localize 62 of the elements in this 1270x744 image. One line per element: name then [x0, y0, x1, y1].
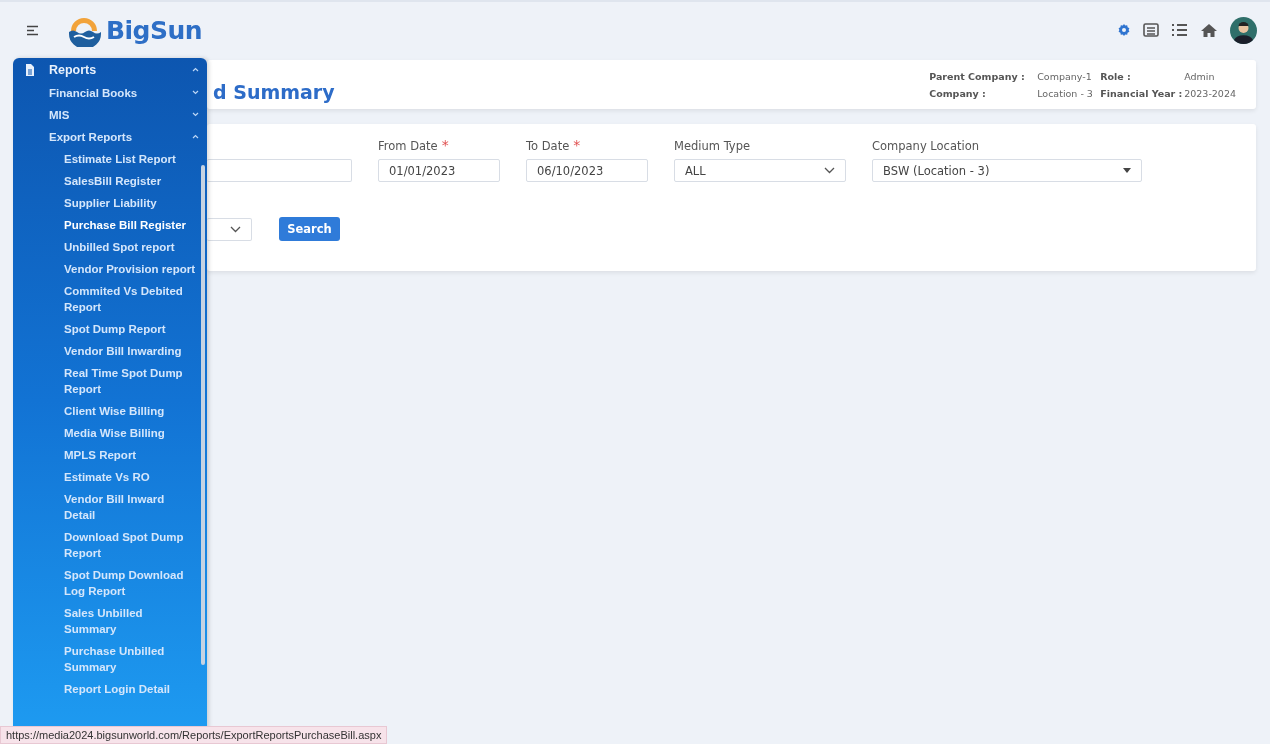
field-label: From Date	[378, 139, 438, 153]
menu-item[interactable]: Media Wise Billing	[13, 422, 207, 444]
menu-icon[interactable]	[26, 24, 39, 36]
menu-item[interactable]: Commited Vs Debited Report	[13, 280, 207, 318]
list-icon[interactable]	[1171, 23, 1188, 37]
dropdown[interactable]: BSW (Location - 3)	[872, 159, 1142, 182]
menu-item[interactable]: Export Reports	[13, 126, 207, 148]
menu-item[interactable]: Supplier Liability	[13, 192, 207, 214]
info-label: Financial Year :	[1100, 87, 1184, 99]
menu-item[interactable]: Estimate List Report	[13, 148, 207, 170]
dropdown[interactable]: ALL	[674, 159, 846, 182]
document-icon	[25, 64, 35, 76]
menu-item[interactable]: MIS	[13, 104, 207, 126]
menu-item[interactable]: Vendor Bill Inward Detail	[13, 488, 207, 526]
info-value: Admin	[1184, 70, 1216, 82]
required-mark: *	[441, 139, 449, 153]
chevron-icon	[192, 67, 199, 72]
menu-item[interactable]: Unbilled Spot report	[13, 236, 207, 258]
menu-item[interactable]: Client Wise Billing	[13, 400, 207, 422]
input-field[interactable]	[207, 159, 352, 182]
settings-icon[interactable]	[1117, 23, 1131, 37]
info-label: Role :	[1100, 70, 1132, 82]
chevron-icon	[192, 112, 199, 117]
brand-name: BigSun	[106, 15, 203, 45]
search-button[interactable]: Search	[279, 217, 340, 241]
menu-item[interactable]: Spot Dump Download Log Report	[13, 564, 207, 602]
menu-item[interactable]: Estimate Vs RO	[13, 466, 207, 488]
menu-item[interactable]: Purchase Unbilled Summary	[13, 640, 207, 678]
menu-item[interactable]: Purchase Bill Register	[13, 214, 207, 236]
chevron-icon	[230, 225, 241, 233]
table-icon[interactable]	[1143, 23, 1159, 37]
info-label: Company :	[929, 87, 987, 99]
page-title: d Summary	[213, 80, 336, 103]
menu-item[interactable]: Spot Dump Report	[13, 318, 207, 340]
input-field[interactable]: 01/01/2023	[378, 159, 500, 182]
menu-item[interactable]: SalesBill Register	[13, 170, 207, 192]
home-icon[interactable]	[1200, 22, 1218, 38]
info-label: Parent Company :	[929, 70, 1026, 82]
menu-item[interactable]: Report Login Detail	[13, 678, 207, 700]
info-value: Location - 3	[1037, 87, 1094, 99]
chevron-icon	[824, 167, 835, 174]
menu-item[interactable]: Download Spot Dump Report	[13, 526, 207, 564]
chevron-icon	[192, 90, 199, 95]
menu-item[interactable]: Sales Unbilled Summary	[13, 602, 207, 640]
scrollbar[interactable]	[201, 165, 205, 665]
menu-item[interactable]: Vendor Bill Inwarding	[13, 340, 207, 362]
required-mark: *	[573, 139, 581, 153]
field-label: To Date	[526, 139, 570, 153]
input-field[interactable]: 06/10/2023	[526, 159, 648, 182]
link-url: https://media2024.bigsunworld.com/Reports/ExportReportsPurchaseBill.aspx	[6, 729, 382, 741]
info-value: 2023-2024	[1184, 87, 1236, 99]
menu-item[interactable]: Vendor Provision report	[13, 258, 207, 280]
menu-item[interactable]: Reports	[13, 58, 207, 82]
menu-item[interactable]: MPLS Report	[13, 444, 207, 466]
chevron-icon	[192, 134, 199, 139]
dropdown-arrow-icon	[1123, 168, 1131, 173]
field-label: Company Location	[872, 139, 979, 153]
menu-item[interactable]: Financial Books	[13, 82, 207, 104]
menu-item[interactable]: Real Time Spot Dump Report	[13, 362, 207, 400]
avatar[interactable]	[1230, 16, 1257, 44]
info-value: Company-1	[1037, 70, 1093, 82]
field-label: Medium Type	[674, 139, 751, 153]
